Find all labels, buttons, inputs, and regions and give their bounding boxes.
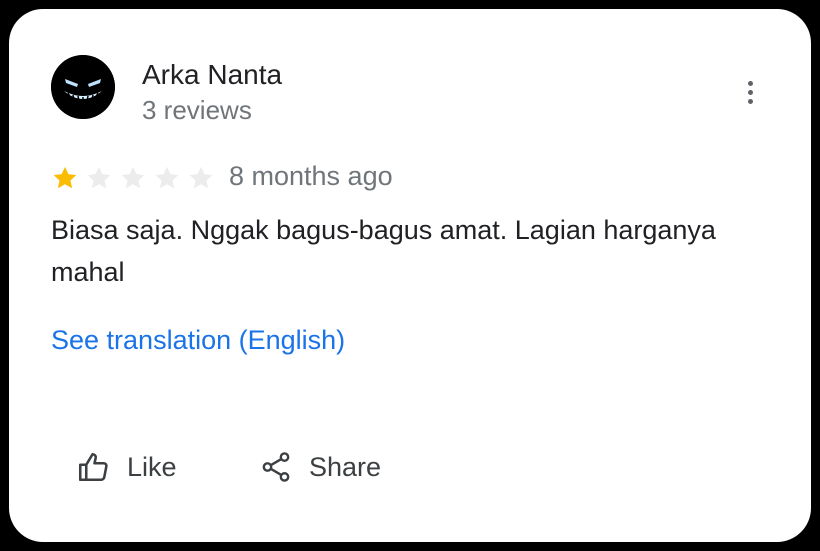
- review-timestamp: 8 months ago: [229, 161, 393, 191]
- share-button[interactable]: Share: [259, 447, 381, 487]
- star-empty-icon: [87, 166, 111, 189]
- avatar-face-icon: [51, 55, 115, 119]
- share-icon: [262, 452, 290, 482]
- more-vert-icon-dot: [747, 80, 753, 86]
- star-empty-icon: [121, 166, 145, 189]
- star-empty-icon: [155, 166, 179, 189]
- more-vert-icon-dot: [747, 89, 753, 95]
- see-translation-link[interactable]: See translation (English): [51, 325, 345, 356]
- more-options-button[interactable]: [735, 77, 765, 107]
- like-label: Like: [127, 451, 177, 482]
- star-rating: [51, 163, 221, 193]
- reviewer-name[interactable]: Arka Nanta: [142, 59, 282, 91]
- reviewer-review-count: 3 reviews: [142, 95, 252, 125]
- like-button[interactable]: Like: [75, 447, 177, 487]
- review-card: Arka Nanta 3 reviews 8 months ago Biasa …: [9, 9, 811, 542]
- user-avatar[interactable]: [51, 55, 115, 119]
- share-label: Share: [309, 451, 382, 482]
- star-filled-icon: [53, 166, 77, 189]
- thumb-up-icon: [78, 452, 108, 482]
- review-body: Biasa saja. Nggak bagus-bagus amat. Lagi…: [51, 215, 716, 287]
- star-empty-icon: [189, 166, 213, 189]
- more-vert-icon-dot: [747, 98, 753, 104]
